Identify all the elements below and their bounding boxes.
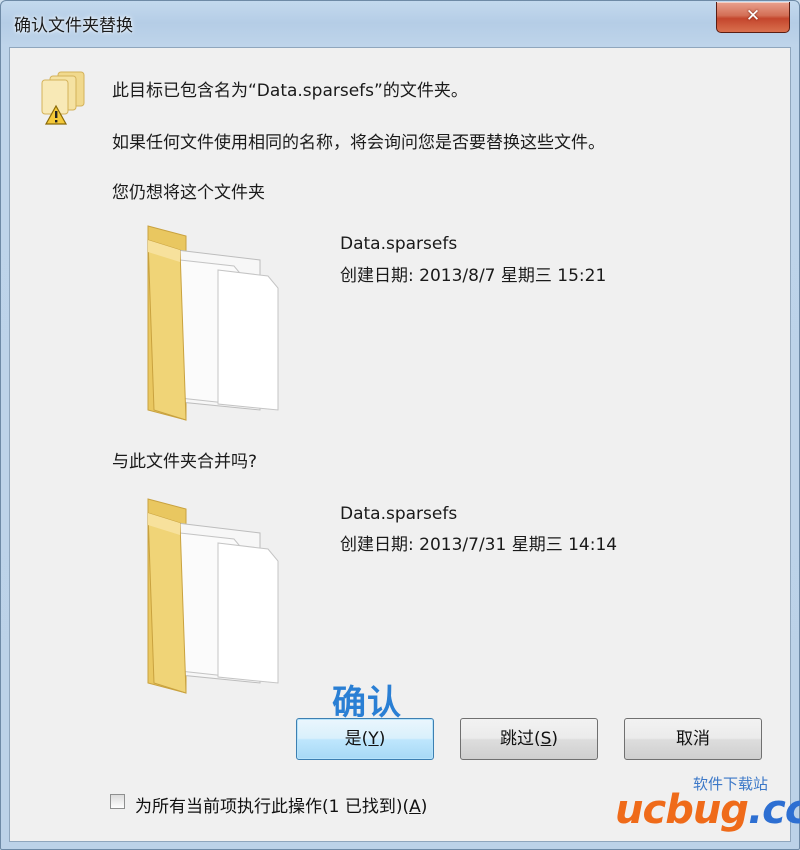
message-existing-folder: 此目标已包含名为“Data.sparsefs”的文件夹。 [112, 81, 468, 101]
title-bar[interactable]: 确认文件夹替换 ✕ [1, 1, 799, 47]
skip-button[interactable]: 跳过(S) [460, 718, 598, 760]
apply-all-checkbox[interactable] [110, 794, 125, 809]
apply-all-paren: ) [420, 797, 428, 817]
apply-all-label-text: 为所有当前项执行此操作(1 已找到)( [135, 797, 410, 817]
annotation-confirm-label: 确认 [332, 683, 402, 723]
watermark-prefix: ucbug [615, 787, 749, 833]
dialog-window: 确认文件夹替换 ✕ 此目标已包含名为“Data.sparsefs”的文件夹。 如… [0, 0, 800, 850]
yes-button-accesskey: Y [368, 729, 379, 749]
apply-all-accesskey: A [409, 797, 421, 817]
watermark-logo: 软件下载站 ucbug.cc [615, 773, 800, 843]
message-replace-info: 如果任何文件使用相同的名称，将会询问您是否要替换这些文件。 [112, 133, 605, 153]
skip-button-paren: ) [551, 729, 559, 749]
apply-all-label[interactable]: 为所有当前项执行此操作(1 已找到)(A) [135, 792, 427, 817]
prompt-keep-folder: 您仍想将这个文件夹 [112, 183, 265, 203]
window-title: 确认文件夹替换 [14, 16, 133, 36]
dialog-content: 此目标已包含名为“Data.sparsefs”的文件夹。 如果任何文件使用相同的… [9, 47, 791, 842]
source-folder-created: 创建日期: 2013/7/31 星期三 14:14 [340, 535, 618, 555]
watermark-brand: ucbug.cc [615, 787, 800, 833]
folder-warning-icon [41, 71, 85, 125]
prompt-merge-folder: 与此文件夹合并吗? [112, 452, 258, 472]
skip-button-accesskey: S [540, 729, 552, 749]
close-icon: ✕ [745, 6, 761, 26]
yes-button-text: 是( [344, 729, 369, 749]
watermark-suffix: .cc [747, 787, 800, 833]
source-folder-name: Data.sparsefs [340, 504, 458, 524]
target-folder-created: 创建日期: 2013/8/7 星期三 15:21 [340, 266, 607, 286]
folder-icon[interactable] [140, 493, 280, 698]
close-button[interactable]: ✕ [716, 2, 790, 33]
target-folder-name: Data.sparsefs [340, 234, 458, 254]
skip-button-text: 跳过( [499, 729, 541, 749]
folder-icon[interactable] [140, 220, 280, 425]
cancel-button[interactable]: 取消 [624, 718, 762, 760]
yes-button[interactable]: 是(Y) [296, 718, 434, 760]
yes-button-paren: ) [378, 729, 386, 749]
